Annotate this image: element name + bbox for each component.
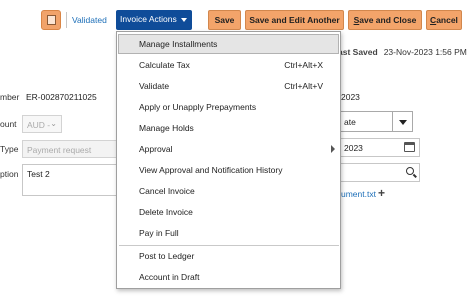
attachment-link[interactable]: ument.txt [341,189,376,199]
invoice-actions-button[interactable]: Invoice Actions [116,10,192,30]
description-textarea[interactable]: Test 2 [22,164,122,196]
last-saved-value: 23-Nov-2023 1:56 PM [383,47,467,57]
add-attachment-icon[interactable]: + [378,186,385,200]
validation-status-link[interactable]: Validated [72,15,107,25]
last-saved-label: ast Saved [338,47,378,57]
save-button[interactable]: Save [208,10,241,30]
search-input[interactable] [340,163,420,182]
menu-item-cancel-invoice[interactable]: Cancel Invoice [118,181,339,201]
invoice-actions-menu: Manage Installments Calculate Tax Ctrl+Al… [116,31,341,289]
last-saved-info: ast Saved 23-Nov-2023 1:56 PM [338,47,467,57]
menu-item-manage-holds[interactable]: Manage Holds [118,118,339,138]
invoice-number-value: ER-002870211025 [26,92,97,102]
save-and-edit-another-button[interactable]: Save and Edit Another [245,10,344,30]
description-label: ption [0,169,19,179]
menu-item-pay-in-full[interactable]: Pay in Full [118,223,339,243]
submenu-arrow-icon [331,145,335,153]
attachment-row: ument.txt + [341,186,385,200]
menu-item-manage-installments[interactable]: Manage Installments [118,34,339,54]
type-label: Type [0,144,19,154]
menu-item-calculate-tax[interactable]: Calculate Tax Ctrl+Alt+X [118,55,339,75]
terms-date-input[interactable]: 2023 [340,138,420,157]
chevron-down-icon [181,18,187,22]
currency-select: AUD - ⌄ [22,115,62,133]
toolbar-divider [66,12,67,28]
menu-item-post-to-ledger[interactable]: Post to Ledger [118,246,339,266]
menu-item-validate[interactable]: Validate Ctrl+Alt+V [118,76,339,96]
terms-select[interactable]: ate [340,111,413,132]
save-and-close-button[interactable]: Save and Close [348,10,422,30]
chevron-down-icon: ⌄ [50,119,57,128]
menu-item-delete-invoice[interactable]: Delete Invoice [118,202,339,222]
invoice-number-label: mber [0,92,20,102]
invoice-actions-label: Invoice Actions [120,14,177,24]
calendar-icon[interactable] [404,142,415,152]
search-icon[interactable] [406,167,414,175]
menu-item-account-in-draft[interactable]: Account in Draft [118,267,339,287]
shortcut-label: Ctrl+Alt+V [284,81,323,91]
menu-item-apply-unapply-prepayments[interactable]: Apply or Unapply Prepayments [118,97,339,117]
cancel-button[interactable]: Cancel [426,10,462,30]
shortcut-label: Ctrl+Alt+X [284,60,323,70]
invoice-date-value: 2023 [341,92,360,102]
document-icon [47,15,56,25]
menu-item-view-approval-history[interactable]: View Approval and Notification History [118,160,339,180]
dropdown-arrow-icon[interactable] [392,111,413,132]
menu-item-approval[interactable]: Approval [118,139,339,159]
document-icon-button[interactable] [41,10,61,30]
amount-label: ount [0,119,17,129]
type-field: Payment request [22,140,122,158]
